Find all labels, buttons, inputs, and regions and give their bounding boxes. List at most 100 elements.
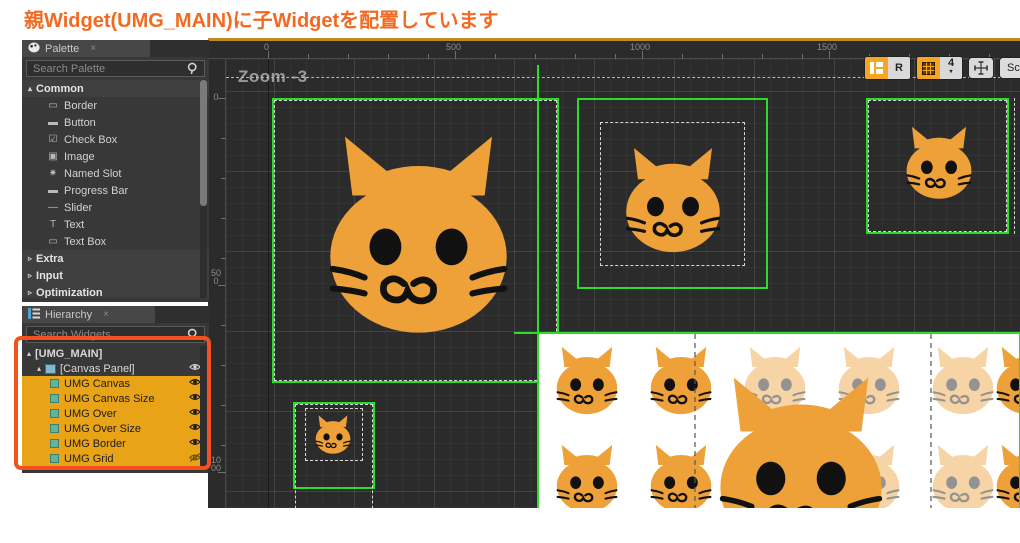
ruler-vertical: 0 500 1000 [208, 59, 226, 508]
palette-item-slider[interactable]: — Slider [22, 199, 209, 216]
palette-item-image[interactable]: ▣ Image [22, 148, 209, 165]
ruler-tick [455, 51, 456, 59]
page-title: 親Widget(UMG_MAIN)に子Widgetを配置しています [24, 10, 499, 32]
designer-toolbar[interactable]: R 4 ▾ Screen [864, 56, 1020, 80]
layout-icon[interactable] [865, 57, 888, 79]
palette-tab-label: Palette [45, 42, 80, 55]
text-icon: T [49, 219, 57, 230]
cat-face-icon [315, 415, 351, 454]
search-icon-glyph [187, 62, 197, 75]
hierarchy-icon [28, 306, 40, 324]
palette-item-label: Text Box [64, 235, 107, 248]
hierarchy-search-placeholder: Search Widgets [33, 328, 111, 341]
grid-icon-glyph [922, 61, 935, 75]
palette-group-common[interactable]: ▴ Common [22, 80, 209, 97]
rotate-button[interactable]: R [888, 57, 910, 79]
palette-group-extra[interactable]: ▹ Extra [22, 250, 209, 267]
close-icon[interactable]: × [103, 309, 109, 320]
checkbox-icon: ☑ [48, 134, 58, 145]
palette-item-text-box[interactable]: ▭ Text Box [22, 233, 209, 250]
palette-panel: Palette × Search Palette ▴ Common ▭ Bord… [22, 40, 209, 302]
chevron-right-icon: ▹ [28, 271, 33, 280]
widget-swatch-icon [50, 409, 59, 418]
grid-toggle-group[interactable]: 4 ▾ [916, 56, 963, 80]
palette-item-named-slot[interactable]: ✷ Named Slot [22, 165, 209, 182]
chevron-down-icon: ▴ [37, 364, 42, 373]
palette-item-label: Check Box [64, 133, 118, 146]
palette-icon-glyph [28, 42, 40, 52]
ruler-label-h: 0 [264, 42, 270, 52]
palette-icon [28, 40, 40, 58]
layout-icon-glyph [870, 62, 883, 74]
ruler-tick [218, 285, 226, 286]
slider-icon: — [48, 202, 58, 213]
hierarchy-tab-label: Hierarchy [45, 308, 93, 321]
hierarchy-item-umg-grid[interactable]: UMG Grid [22, 451, 209, 466]
button-icon: ▬ [48, 117, 58, 128]
hierarchy-item-umg-over-size[interactable]: UMG Over Size [22, 421, 209, 436]
palette-list[interactable]: ▴ Common ▭ Border ▬ Button ☑ Check Box ▣… [22, 80, 209, 298]
cat-face-icon [625, 148, 721, 253]
chevron-right-icon: ▹ [28, 288, 33, 297]
ruler-label-h: 500 [446, 42, 462, 52]
screen-size-selector[interactable]: Screen [999, 57, 1020, 79]
ruler-label-v: 500 [210, 268, 221, 286]
palette-group-label: Extra [36, 252, 64, 265]
hierarchy-item-label: UMG Grid [64, 452, 114, 465]
palette-item-progress-bar[interactable]: ▬ Progress Bar [22, 182, 209, 199]
hierarchy-scrollbar-track[interactable] [200, 346, 207, 468]
grid-icon[interactable] [917, 57, 940, 79]
ruler-tick [268, 51, 269, 59]
grid-size-stepper[interactable]: 4 ▾ [940, 57, 962, 79]
widget-swatch-icon [50, 379, 59, 388]
search-icon[interactable] [187, 328, 199, 344]
widget-guide-dash [1014, 98, 1020, 234]
canvas-viewport[interactable]: Zoom -3 [226, 59, 1020, 508]
fit-screen-icon-glyph [974, 61, 988, 75]
palette-item-label: Button [64, 116, 96, 129]
fit-screen-icon[interactable] [968, 57, 994, 79]
stepper-chevron-icon: ▾ [949, 69, 953, 75]
umg-grid-content [539, 334, 1019, 508]
palette-tab[interactable]: Palette × [22, 40, 150, 57]
layout-toggle-group[interactable]: R [864, 56, 911, 80]
ruler-label-h: 1500 [817, 42, 838, 52]
palette-group-label: Optimization [36, 286, 103, 299]
image-icon: ▣ [48, 151, 58, 162]
canvas-panel-icon [45, 363, 57, 374]
palette-item-button[interactable]: ▬ Button [22, 114, 209, 131]
hierarchy-root-label: [UMG_MAIN] [35, 347, 103, 360]
named-slot-icon: ✷ [48, 168, 58, 179]
chevron-down-icon: ▴ [28, 84, 33, 93]
palette-scrollbar-thumb[interactable] [200, 80, 207, 206]
hierarchy-tree[interactable]: ▴ [UMG_MAIN] ▴ [Canvas Panel] UMG Canvas [22, 346, 209, 468]
ruler-tick [642, 51, 643, 59]
hierarchy-root[interactable]: ▴ [UMG_MAIN] [22, 346, 209, 361]
palette-search-input[interactable]: Search Palette [26, 60, 205, 77]
hierarchy-item-label: UMG Over Size [64, 422, 142, 435]
border-icon: ▭ [48, 100, 58, 111]
palette-item-check-box[interactable]: ☑ Check Box [22, 131, 209, 148]
palette-item-border[interactable]: ▭ Border [22, 97, 209, 114]
palette-group-input[interactable]: ▹ Input [22, 267, 209, 284]
hierarchy-item-umg-canvas-size[interactable]: UMG Canvas Size [22, 391, 209, 406]
search-icon[interactable] [187, 62, 199, 78]
ruler-label-v: 1000 [210, 455, 221, 473]
designer-canvas[interactable]: 0 500 1000 1500 0 500 1000 Zoom -3 [208, 38, 1020, 508]
hierarchy-panel: Hierarchy × Search Widgets ▴ [UMG_MAIN] … [22, 306, 209, 473]
palette-item-text[interactable]: T Text [22, 216, 209, 233]
palette-item-label: Named Slot [64, 167, 122, 180]
hierarchy-item-label: UMG Border [64, 437, 126, 450]
palette-group-optimization[interactable]: ▹ Optimization [22, 284, 209, 298]
widget-umg-border[interactable] [537, 332, 1020, 508]
search-icon-glyph [187, 328, 197, 341]
hierarchy-item-label: UMG Over [64, 407, 117, 420]
hierarchy-tab[interactable]: Hierarchy × [22, 306, 155, 323]
hierarchy-search-input[interactable]: Search Widgets [26, 326, 205, 343]
palette-item-label: Progress Bar [64, 184, 129, 197]
hierarchy-item-umg-canvas[interactable]: UMG Canvas [22, 376, 209, 391]
hierarchy-item-umg-border[interactable]: UMG Border [22, 436, 209, 451]
hierarchy-canvas-panel[interactable]: ▴ [Canvas Panel] [22, 361, 209, 376]
hierarchy-item-umg-over[interactable]: UMG Over [22, 406, 209, 421]
close-icon[interactable]: × [90, 43, 96, 54]
